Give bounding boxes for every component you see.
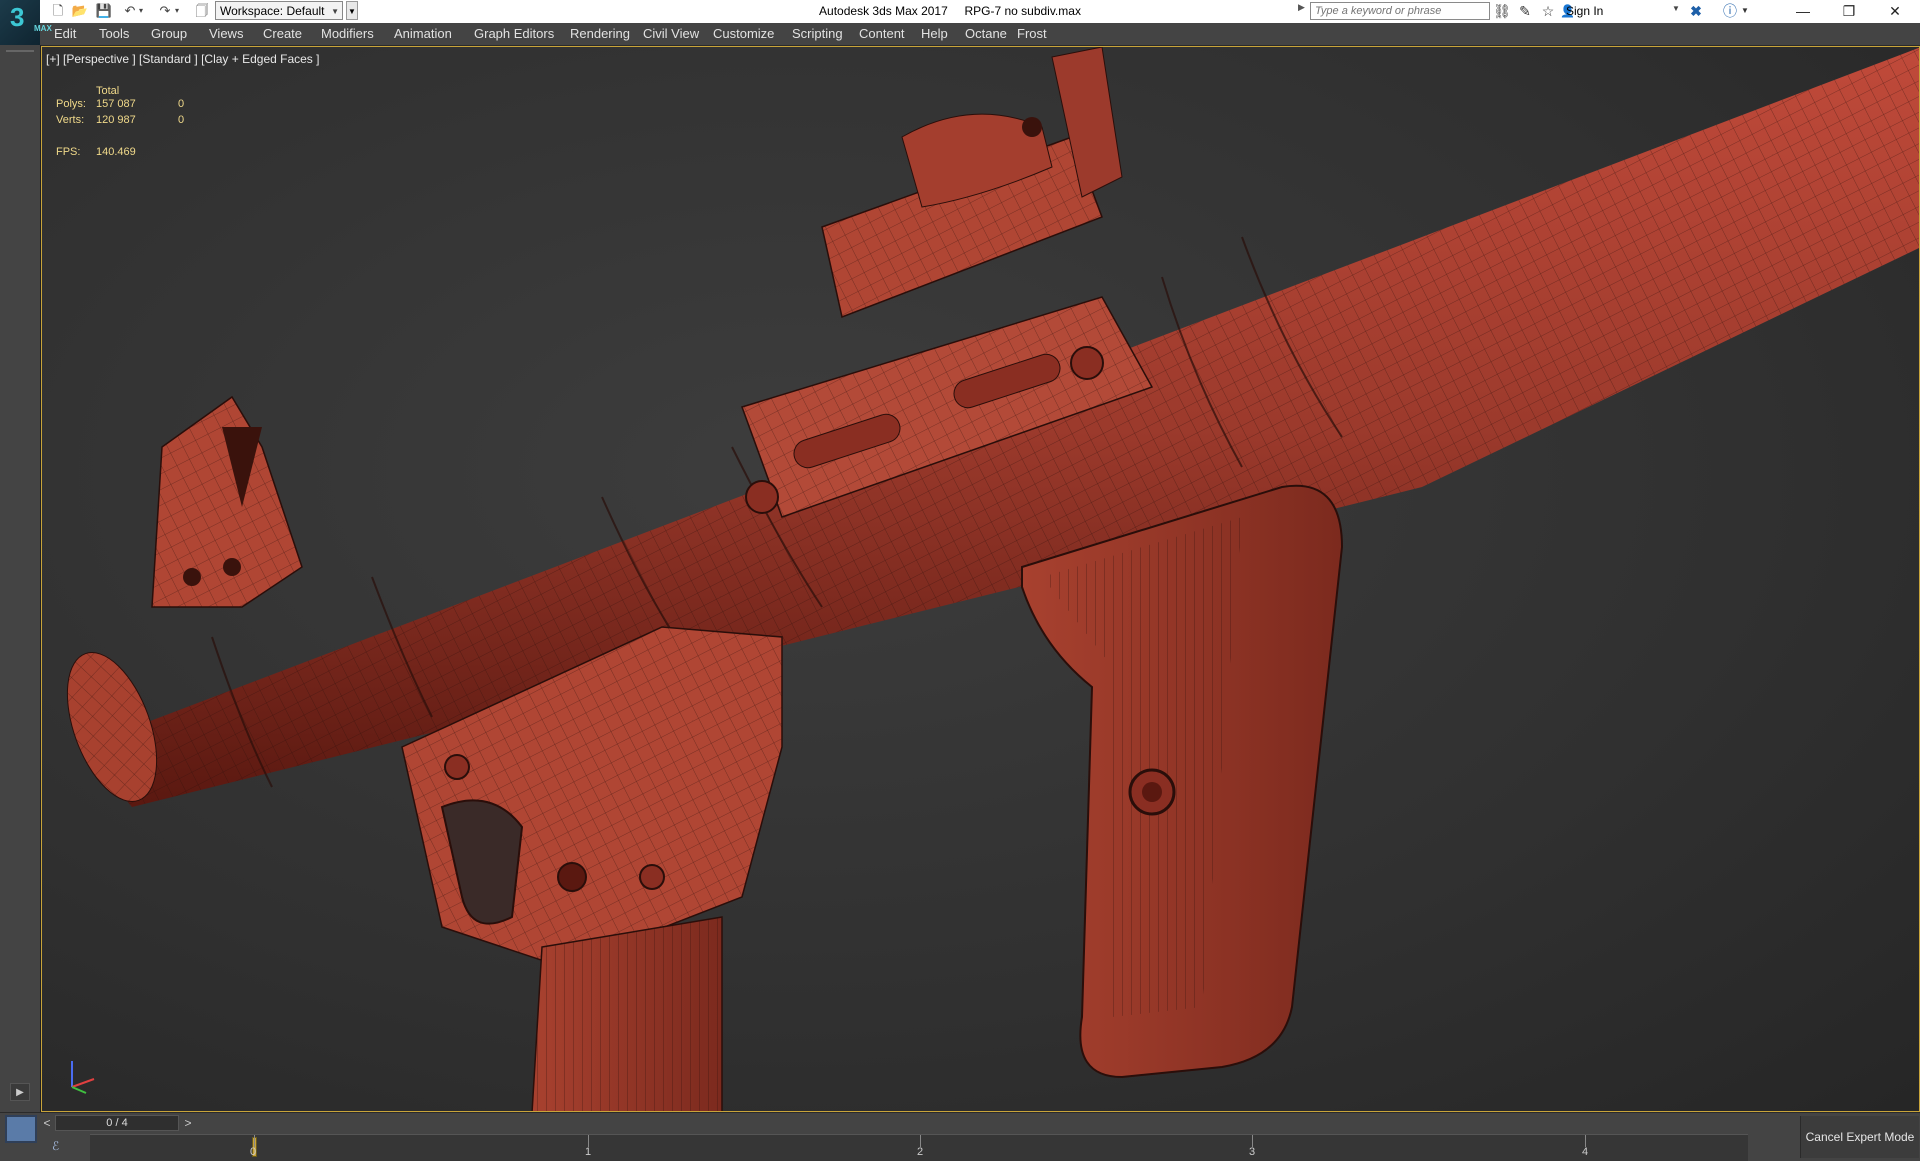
optic-mount xyxy=(821,47,1123,319)
minimize-button[interactable]: — xyxy=(1780,0,1826,23)
quick-access-more-icon[interactable]: ▼ xyxy=(346,1,358,20)
menu-create[interactable]: Create xyxy=(263,26,302,41)
app-logo-subtext: MAX xyxy=(34,24,52,33)
tick-label-1: 1 xyxy=(585,1146,592,1158)
cancel-expert-mode-button[interactable]: Cancel Expert Mode xyxy=(1800,1116,1919,1158)
axis-tripod-icon xyxy=(71,1061,95,1094)
stats-total-header: Total xyxy=(96,85,120,97)
trackbar[interactable]: 0 1 2 3 4 xyxy=(90,1134,1748,1161)
chevron-down-icon[interactable]: ▼ xyxy=(1672,4,1680,13)
menu-octane[interactable]: Octane xyxy=(965,26,1007,41)
menu-content[interactable]: Content xyxy=(859,26,905,41)
redo-dropdown-icon[interactable]: ▾ xyxy=(172,2,182,20)
menu-views[interactable]: Views xyxy=(209,26,243,41)
subscription-icon[interactable]: ✎ xyxy=(1515,2,1535,20)
help-dropdown-icon[interactable]: ▼ xyxy=(1740,2,1750,20)
app-logo-icon[interactable]: 3 MAX xyxy=(0,0,52,45)
curve-editor-icon[interactable]: ℰ xyxy=(52,1139,59,1153)
stats-verts-label: Verts: xyxy=(56,114,85,126)
perspective-viewport[interactable]: [+] [Perspective ] [Standard ] [Clay + E… xyxy=(41,46,1920,1112)
menu-graph-editors[interactable]: Graph Editors xyxy=(474,26,554,41)
menu-civil-view[interactable]: Civil View xyxy=(643,26,699,41)
timeline-area: < 0 / 4 > ℰ 0 1 2 3 4 Cancel Expert Mode xyxy=(0,1112,1920,1161)
close-button[interactable]: ✕ xyxy=(1872,0,1918,23)
app-logo-text: 3 xyxy=(10,2,25,32)
tick-label-3: 3 xyxy=(1249,1146,1256,1158)
workspace-dropdown[interactable]: Workspace: Default ▼ xyxy=(215,1,343,20)
menu-animation[interactable]: Animation xyxy=(394,26,452,41)
stats-fps-value: 140.469 xyxy=(96,146,136,158)
window-title: Autodesk 3ds Max 2017 RPG-7 no subdiv.ma… xyxy=(819,4,1081,18)
menu-modifiers[interactable]: Modifiers xyxy=(321,26,374,41)
stats-polys-total: 157 087 xyxy=(96,98,136,110)
strip-divider xyxy=(6,50,34,52)
menu-frost[interactable]: Frost xyxy=(1017,26,1047,41)
save-file-icon[interactable]: 💾 xyxy=(94,2,114,20)
stats-polys-label: Polys: xyxy=(56,98,86,110)
menu-customize[interactable]: Customize xyxy=(713,26,774,41)
exchange-apps-icon[interactable]: ✖ xyxy=(1686,2,1706,20)
front-grip xyxy=(531,916,723,1111)
maxscript-listener-button[interactable] xyxy=(5,1115,37,1143)
frame-next-button[interactable]: > xyxy=(182,1115,194,1131)
viewport-label-menu[interactable]: [+] [Perspective ] [Standard ] [Clay + E… xyxy=(46,52,319,66)
undo-dropdown-icon[interactable]: ▾ xyxy=(136,2,146,20)
tick-label-2: 2 xyxy=(917,1146,924,1158)
menu-scripting[interactable]: Scripting xyxy=(792,26,843,41)
front-sight xyxy=(151,395,303,608)
stats-verts-selected: 0 xyxy=(178,114,185,126)
frame-prev-button[interactable]: < xyxy=(41,1115,53,1131)
workspace-label: Workspace: Default xyxy=(220,4,325,18)
left-toolbar-strip: ▶ xyxy=(0,45,41,1112)
new-file-icon[interactable]: 🗋 xyxy=(48,2,68,20)
menu-bar: Edit Tools Group Views Create Modifiers … xyxy=(40,23,1920,46)
menu-help[interactable]: Help xyxy=(921,26,948,41)
search-expand-icon[interactable]: ▶ xyxy=(1298,2,1305,13)
time-slider[interactable]: 0 / 4 xyxy=(55,1115,179,1131)
help-icon[interactable]: ⓘ xyxy=(1720,2,1740,20)
menu-group[interactable]: Group xyxy=(151,26,187,41)
stats-verts-total: 120 987 xyxy=(96,114,136,126)
chevron-down-icon: ▼ xyxy=(331,7,339,16)
play-expand-icon[interactable]: ▶ xyxy=(10,1083,30,1101)
title-bar: 3 MAX 🗋 📂 💾 ↶ ▾ ↷ ▾ 🗍 Workspace: Default… xyxy=(0,0,1920,45)
sign-in-button[interactable]: Sign In xyxy=(1566,4,1603,18)
menu-tools[interactable]: Tools xyxy=(99,26,129,41)
favorites-star-icon[interactable]: ☆ xyxy=(1538,2,1558,20)
rpg7-model-render xyxy=(66,47,1919,1111)
project-folder-icon[interactable]: 🗍 xyxy=(192,2,212,20)
search-input[interactable] xyxy=(1310,2,1490,20)
open-file-icon[interactable]: 📂 xyxy=(70,2,90,20)
restore-button[interactable]: ❐ xyxy=(1826,0,1872,23)
stats-fps-label: FPS: xyxy=(56,146,81,158)
stats-polys-selected: 0 xyxy=(178,98,185,110)
menu-edit[interactable]: Edit xyxy=(54,26,76,41)
tick-label-0: 0 xyxy=(250,1146,257,1158)
pistol-grip xyxy=(1021,484,1344,1079)
tick-label-4: 4 xyxy=(1582,1146,1589,1158)
binoculars-icon[interactable]: ⛓ xyxy=(1492,2,1512,20)
menu-rendering[interactable]: Rendering xyxy=(570,26,630,41)
